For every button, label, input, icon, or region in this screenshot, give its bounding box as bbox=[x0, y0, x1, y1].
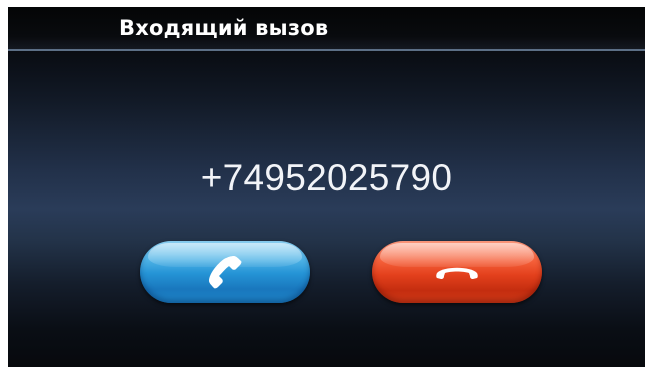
phone-handset-icon bbox=[209, 256, 242, 289]
decline-call-button[interactable] bbox=[372, 241, 542, 303]
call-panel: +74952025790 bbox=[8, 51, 645, 367]
incoming-call-screen: Входящий вызов +74952025790 bbox=[8, 7, 645, 367]
hang-up-icon bbox=[436, 267, 478, 279]
screen-title: Входящий вызов bbox=[119, 16, 329, 40]
title-bar: Входящий вызов bbox=[8, 7, 645, 51]
caller-number: +74952025790 bbox=[200, 157, 453, 198]
accept-call-button[interactable] bbox=[140, 241, 310, 303]
